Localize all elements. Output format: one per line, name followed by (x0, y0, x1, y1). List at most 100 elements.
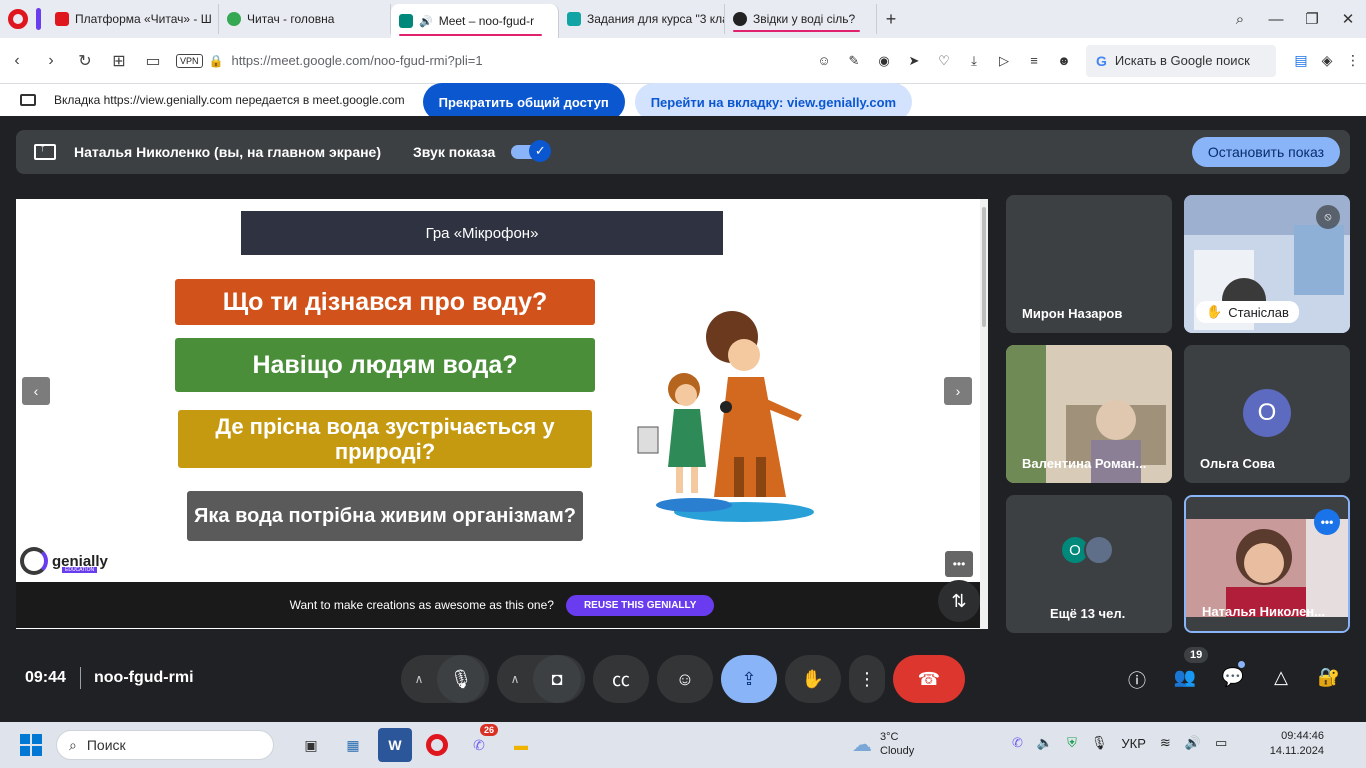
present-screen-icon[interactable]: ⇪ (721, 655, 777, 703)
system-clock[interactable]: 09:44:46 14.11.2024 (1270, 729, 1324, 760)
tabs-grid-icon[interactable]: ⊞ (102, 51, 136, 71)
slide-more-button[interactable]: ••• (945, 551, 973, 577)
participant-tile[interactable]: О Ольга Сова (1184, 345, 1350, 483)
mic-icon[interactable]: 🎙 (437, 655, 485, 703)
participant-tile[interactable]: Валентина Роман... (1006, 345, 1172, 483)
share-banner: Вкладка https://view.genially.com переда… (0, 83, 1366, 121)
emoji-reaction-icon[interactable]: ☺ (657, 655, 713, 703)
question-2[interactable]: Навіщо людям вода? (175, 338, 595, 392)
tab-zadaniya[interactable]: Задания для курса "3 кла (559, 4, 725, 34)
profile-icon[interactable]: ☻ (1054, 53, 1074, 69)
menu-icon[interactable]: ⋮ (1340, 52, 1366, 69)
url-field[interactable]: https://meet.google.com/noo-fgud-rmi?pli… (231, 53, 814, 68)
forward-icon[interactable]: › (34, 52, 68, 70)
more-actions-icon[interactable]: ⋮ (849, 655, 885, 703)
taskbar-search[interactable]: ⌕ Поиск (56, 730, 274, 760)
presenter-name: Наталья Николенко (вы, на главном экране… (74, 144, 382, 160)
windows-start-icon[interactable] (20, 734, 42, 756)
chat-icon[interactable]: 💬 (1219, 667, 1247, 688)
vpn-badge[interactable]: VPN (176, 53, 203, 68)
camera-options-chevron-icon[interactable]: ∧ (497, 672, 533, 686)
cube-icon[interactable]: ◈ (1314, 52, 1340, 69)
extension-icon[interactable]: ▤ (1288, 52, 1314, 69)
edit-icon[interactable]: ✎ (844, 53, 864, 69)
search-label: Поиск (86, 737, 126, 753)
clock-date: 14.11.2024 (1269, 745, 1324, 758)
participant-count-badge: 19 (1184, 647, 1209, 663)
activities-icon[interactable]: △ (1267, 667, 1295, 688)
host-controls-icon[interactable]: 🔐 (1315, 667, 1343, 688)
lock-icon[interactable]: 🔒 (209, 54, 224, 68)
google-search-box[interactable]: G Искать в Google поиск (1086, 44, 1276, 77)
download-icon[interactable]: ⤓ (964, 53, 984, 69)
participant-name: Ещё 13 чел. (1050, 606, 1126, 621)
minimize-icon[interactable]: — (1258, 11, 1294, 28)
speaker-tray-icon[interactable]: 🔊 (1185, 735, 1201, 751)
participant-tile[interactable]: ⦸ ✋ Станіслав (1184, 195, 1350, 333)
weather-desc: Cloudy (880, 745, 915, 758)
new-tab-button[interactable]: + (877, 9, 905, 30)
security-icon[interactable]: ⛨ (1067, 735, 1077, 751)
video-icon[interactable]: ▷ (994, 53, 1014, 69)
reload-icon[interactable]: ↻ (68, 51, 102, 71)
camera-icon[interactable]: ◘ (533, 655, 581, 703)
reuse-button[interactable]: REUSE THIS GENIALLY (565, 594, 715, 616)
weather-widget[interactable]: ☁ 3°C Cloudy (852, 730, 914, 759)
participant-name: Мирон Назаров (1022, 306, 1123, 321)
microphone-tray-icon[interactable]: 🎙 (1091, 735, 1108, 751)
raise-hand-icon[interactable]: ✋ (785, 655, 841, 703)
heart-icon[interactable]: ♡ (934, 53, 954, 69)
screen-scrollbar[interactable] (980, 199, 988, 629)
tab-chytach-main[interactable]: Читач - головна (219, 4, 391, 34)
back-icon[interactable]: ‹ (0, 52, 34, 70)
info-icon[interactable]: ⓘ (1123, 667, 1151, 693)
battery-icon[interactable]: ▭ (1215, 735, 1227, 751)
search-tabs-icon[interactable]: ⌕ (1222, 11, 1258, 28)
question-4[interactable]: Яка вода потрібна живим організмам? (187, 491, 583, 541)
tab-meet[interactable]: 🔊 Meet – noo-fgud-r (391, 4, 559, 38)
question-3[interactable]: Де прісна вода зустрічається у природі? (178, 410, 592, 468)
check-icon: ✓ (529, 140, 552, 162)
next-slide-button[interactable]: › (944, 377, 972, 405)
volume-icon[interactable]: 🔈 (1037, 735, 1053, 751)
emoji-icon[interactable]: ☺ (814, 53, 834, 69)
language-indicator[interactable]: УКР (1121, 736, 1146, 751)
maximize-icon[interactable]: ❐ (1294, 10, 1330, 28)
settings-icon[interactable]: ≡ (1024, 53, 1044, 69)
people-icon[interactable]: 👥 (1171, 667, 1199, 688)
snapshot-icon[interactable]: ◉ (874, 53, 894, 69)
tab-genially[interactable]: Звідки у воді сіль? (725, 4, 877, 34)
close-icon[interactable]: ✕ (1330, 10, 1366, 28)
store-icon[interactable]: ▦ (336, 728, 370, 762)
opera-taskbar-icon[interactable] (420, 728, 454, 762)
file-explorer-icon[interactable]: ▬ (504, 728, 538, 762)
question-1[interactable]: Що ти дізнався про воду? (175, 279, 595, 325)
stop-presenting-button[interactable]: Остановить показ (1191, 137, 1340, 167)
windows-taskbar: ⌕ Поиск ▣ ▦ W ✆ 26 ▬ ☁ 3°C Cloudy ✆ 🔈 ⛨ 🎙… (0, 722, 1366, 768)
search-icon: ⌕ (69, 736, 77, 753)
viber-badge: 26 (479, 724, 498, 736)
participant-tile[interactable]: Мирон Назаров (1006, 195, 1172, 333)
captions-icon[interactable]: ㏄ (593, 655, 649, 703)
task-view-icon[interactable]: ▣ (294, 728, 328, 762)
wifi-icon[interactable]: ≋ (1160, 735, 1171, 751)
prev-slide-button[interactable]: ‹ (22, 377, 50, 405)
more-participants-tile[interactable]: О Ещё 13 чел. (1006, 495, 1172, 633)
share-banner-text: Вкладка https://view.genially.com переда… (54, 93, 405, 107)
mic-options-chevron-icon[interactable]: ∧ (401, 672, 437, 686)
send-icon[interactable]: ➤ (904, 53, 924, 69)
word-icon[interactable]: W (378, 728, 412, 762)
viber-icon[interactable]: ✆ 26 (462, 724, 498, 762)
end-call-icon[interactable]: ☎ (893, 655, 965, 703)
swap-icon[interactable]: ⇅ (938, 580, 980, 622)
opera-logo[interactable] (0, 0, 36, 38)
weather-temp: 3°C (880, 731, 899, 743)
meet-icon (399, 14, 413, 28)
tab-platform-chytach[interactable]: Платформа «Читач» - Ш (47, 4, 219, 34)
genially-logo: genially EDUCATION (20, 547, 108, 575)
self-tile[interactable]: ••• Наталья Николен... (1184, 495, 1350, 633)
viber-tray-icon[interactable]: ✆ (1012, 735, 1023, 751)
camera-icon[interactable]: ▭ (136, 51, 170, 71)
sound-toggle[interactable]: ✓ (511, 140, 552, 162)
more-options-icon[interactable]: ••• (1314, 509, 1340, 535)
